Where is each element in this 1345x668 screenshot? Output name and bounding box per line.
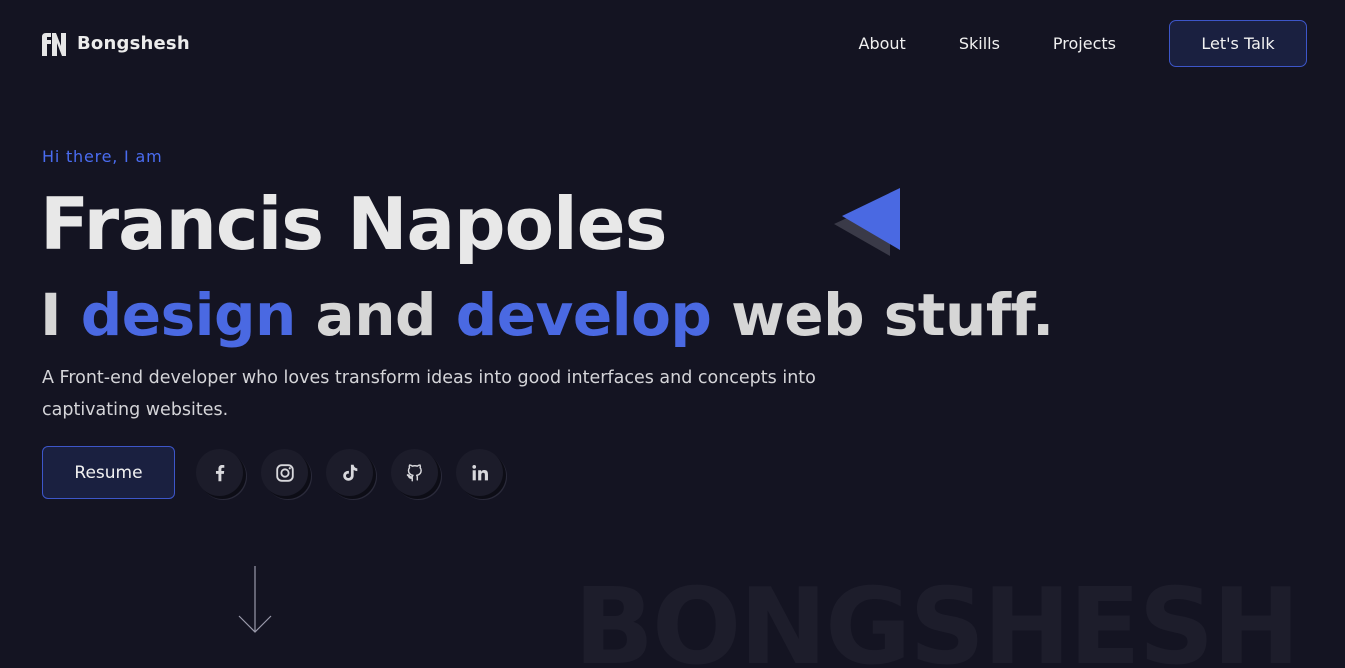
page: Bongshesh About Skills Projects Let's Ta… bbox=[0, 0, 1345, 668]
tiktok-link[interactable] bbox=[326, 449, 373, 496]
instagram-link[interactable] bbox=[261, 449, 308, 496]
tagline-accent-develop: develop bbox=[455, 281, 712, 349]
brand-logo-icon bbox=[42, 33, 66, 56]
instagram-icon bbox=[275, 463, 294, 482]
nav-link-skills[interactable]: Skills bbox=[959, 34, 1000, 53]
tagline-part-1: I bbox=[40, 281, 81, 349]
hero-bio: A Front-end developer who loves transfor… bbox=[42, 368, 816, 420]
hero-name: Francis Napoles bbox=[40, 182, 667, 266]
brand-link[interactable]: Bongshesh bbox=[42, 31, 190, 56]
linkedin-icon bbox=[471, 464, 488, 480]
nav-link-about[interactable]: About bbox=[859, 34, 906, 53]
github-icon bbox=[406, 463, 422, 482]
triangle-decoration-icon bbox=[834, 188, 900, 256]
tiktok-icon bbox=[342, 464, 357, 481]
social-links bbox=[196, 449, 503, 496]
facebook-icon bbox=[215, 464, 224, 481]
nav-link-projects[interactable]: Projects bbox=[1053, 34, 1116, 53]
top-nav: Bongshesh About Skills Projects Let's Ta… bbox=[42, 20, 1307, 67]
scroll-down-arrow-icon[interactable] bbox=[236, 565, 274, 635]
linkedin-link[interactable] bbox=[456, 449, 503, 496]
tagline-part-3: web stuff. bbox=[711, 281, 1054, 349]
lets-talk-button[interactable]: Let's Talk bbox=[1169, 20, 1307, 67]
brand-name: Bongshesh bbox=[77, 33, 190, 54]
resume-button[interactable]: Resume bbox=[42, 446, 175, 499]
nav-menu: About Skills Projects Let's Talk bbox=[859, 20, 1307, 67]
hero-greeting: Hi there, I am bbox=[42, 147, 163, 166]
tagline-part-2: and bbox=[295, 281, 456, 349]
background-watermark: BONGSHESH bbox=[574, 566, 1300, 668]
facebook-link[interactable] bbox=[196, 449, 243, 496]
hero-tagline: I design and develop web stuff. bbox=[40, 272, 1054, 358]
github-link[interactable] bbox=[391, 449, 438, 496]
tagline-accent-design: design bbox=[80, 281, 297, 349]
